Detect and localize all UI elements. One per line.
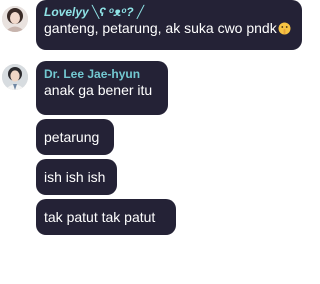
message-bubble[interactable]: tak patut tak patut bbox=[36, 199, 176, 235]
shushing-face-emoji-icon bbox=[278, 21, 291, 35]
message-bubble[interactable]: Lovelyy ╲ʕ ᵒᴥᵒ? ╱ ganteng, petarung, ak … bbox=[36, 0, 302, 50]
message-text: ganteng, petarung, ak suka cwo pndk bbox=[44, 20, 277, 36]
avatar-lee-jae-hyun[interactable] bbox=[2, 64, 28, 90]
sender-name-lovelyy[interactable]: Lovelyy ╲ʕ ᵒᴥᵒ? ╱ bbox=[44, 5, 294, 19]
message-text: tak patut tak patut bbox=[44, 209, 156, 225]
message-text: petarung bbox=[44, 129, 100, 145]
message-bubble[interactable]: Dr. Lee Jae-hyun anak ga bener itu bbox=[36, 61, 168, 115]
message-bubble[interactable]: ish ish ish bbox=[36, 159, 117, 195]
message-text: ish ish ish bbox=[44, 169, 106, 185]
message-text: anak ga bener itu bbox=[44, 82, 153, 98]
sender-name-lee-jae-hyun[interactable]: Dr. Lee Jae-hyun bbox=[44, 67, 160, 81]
chat-thread: Lovelyy ╲ʕ ᵒᴥᵒ? ╱ ganteng, petarung, ak … bbox=[0, 0, 320, 284]
message-bubble[interactable]: petarung bbox=[36, 119, 114, 155]
avatar-lovelyy[interactable] bbox=[2, 6, 28, 32]
